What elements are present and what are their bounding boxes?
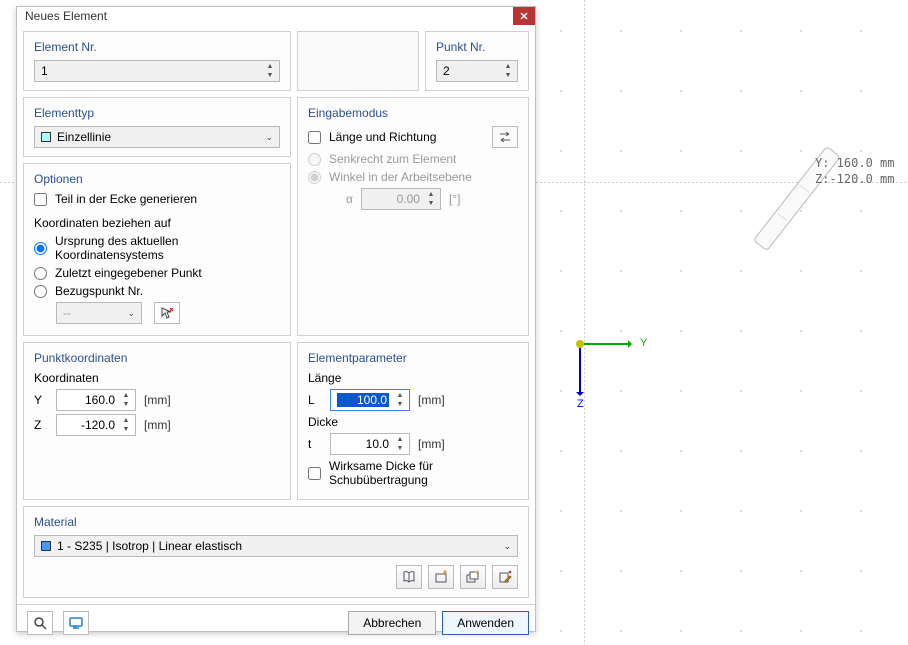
- material-duplicate-button[interactable]: [460, 565, 486, 589]
- spacer-panel: [297, 31, 419, 91]
- chevron-down-icon[interactable]: ▼: [119, 425, 133, 434]
- teil-ecke-checkbox[interactable]: Teil in der Ecke generieren: [34, 192, 280, 206]
- chevron-down-icon: ⌄: [127, 308, 135, 319]
- chevron-down-icon[interactable]: ▼: [501, 71, 515, 80]
- punkt-nr-input[interactable]: 2 ▲▼: [436, 60, 518, 82]
- material-edit-button[interactable]: [492, 565, 518, 589]
- l-label: L: [308, 393, 322, 407]
- material-value: 1 - S235 | Isotrop | Linear elastisch: [57, 539, 242, 553]
- dicke-label: Dicke: [308, 415, 518, 429]
- help-button[interactable]: [27, 611, 53, 635]
- monitor-icon: [68, 616, 84, 630]
- laenge-richtung-checkbox[interactable]: Länge und Richtung: [308, 130, 436, 144]
- optionen-panel: Optionen Teil in der Ecke generieren Koo…: [23, 163, 291, 336]
- eingabemodus-panel: Eingabemodus Länge und Richtung Senkrech…: [297, 97, 529, 336]
- alpha-unit: [°]: [449, 192, 460, 206]
- optionen-heading: Optionen: [34, 172, 280, 186]
- elementparameter-panel: Elementparameter Länge L 100.0 ▲▼ [mm] D…: [297, 342, 529, 500]
- cursor-pick-icon: [160, 306, 174, 320]
- chevron-down-icon[interactable]: ▼: [393, 444, 407, 453]
- elementparam-heading: Elementparameter: [308, 351, 518, 365]
- chevron-up-icon[interactable]: ▲: [119, 416, 133, 425]
- swap-icon: [498, 131, 512, 143]
- l-input[interactable]: 100.0 ▲▼: [330, 389, 410, 411]
- axis-vertical: [584, 0, 585, 645]
- chevron-down-icon[interactable]: ▼: [263, 71, 277, 80]
- chevron-up-icon[interactable]: ▲: [263, 62, 277, 71]
- display-settings-button[interactable]: [63, 611, 89, 635]
- chevron-down-icon: ⌄: [503, 541, 511, 552]
- y-unit: [mm]: [144, 393, 171, 407]
- color-swatch-icon: [41, 132, 51, 142]
- y-input[interactable]: 160.0 ▲▼: [56, 389, 136, 411]
- punkt-nr-panel: Punkt Nr. 2 ▲▼: [425, 31, 529, 91]
- bezugspunkt-combo[interactable]: -- ⌄: [56, 302, 142, 324]
- wirksame-dicke-checkbox[interactable]: Wirksame Dicke für Schubübertragung: [308, 459, 518, 487]
- chevron-up-icon[interactable]: ▲: [119, 391, 133, 400]
- z-input[interactable]: -120.0 ▲▼: [56, 414, 136, 436]
- new-icon: [434, 570, 448, 584]
- koord-beziehen-label: Koordinaten beziehen auf: [34, 216, 280, 230]
- chevron-down-icon[interactable]: ▼: [119, 400, 133, 409]
- laenge-label: Länge: [308, 371, 518, 385]
- dialog-title: Neues Element: [25, 9, 107, 23]
- chevron-down-icon: ▼: [424, 199, 438, 208]
- y-label: Y: [34, 393, 48, 407]
- z-unit: [mm]: [144, 418, 171, 432]
- edit-icon: [498, 570, 512, 584]
- eingabemodus-heading: Eingabemodus: [308, 106, 518, 120]
- alpha-label: α: [346, 192, 353, 206]
- alpha-input: 0.00 ▲▼: [361, 188, 441, 210]
- apply-button[interactable]: Anwenden: [442, 611, 529, 635]
- pick-point-button[interactable]: [154, 302, 180, 324]
- elementtyp-panel: Elementtyp Einzellinie ⌄: [23, 97, 291, 157]
- elementtyp-heading: Elementtyp: [34, 106, 280, 120]
- punkt-nr-heading: Punkt Nr.: [436, 40, 518, 54]
- axis-label-z: Z: [577, 398, 584, 410]
- axis-label-y: Y: [640, 337, 647, 349]
- titlebar[interactable]: Neues Element: [17, 7, 535, 25]
- chevron-up-icon: ▲: [424, 190, 438, 199]
- senkrecht-radio: Senkrecht zum Element: [308, 152, 518, 166]
- material-library-button[interactable]: [396, 565, 422, 589]
- z-label: Z: [34, 418, 48, 432]
- t-input[interactable]: 10.0 ▲▼: [330, 433, 410, 455]
- material-heading: Material: [34, 515, 518, 529]
- new-element-dialog: Neues Element Element Nr. 1 ▲▼ Punkt Nr.…: [16, 6, 536, 632]
- elementtyp-value: Einzellinie: [57, 130, 111, 144]
- t-unit: [mm]: [418, 437, 445, 451]
- element-nr-input[interactable]: 1 ▲▼: [34, 60, 280, 82]
- l-unit: [mm]: [418, 393, 445, 407]
- element-nr-heading: Element Nr.: [34, 40, 280, 54]
- ursprung-radio[interactable]: Ursprung des aktuellen Koordinatensystem…: [34, 234, 280, 262]
- close-button[interactable]: [513, 7, 535, 25]
- close-icon: [520, 12, 528, 20]
- chevron-down-icon: ⌄: [265, 132, 273, 143]
- material-new-button[interactable]: [428, 565, 454, 589]
- color-swatch-icon: [41, 541, 51, 551]
- chevron-down-icon[interactable]: ▼: [393, 400, 407, 409]
- elementtyp-combo[interactable]: Einzellinie ⌄: [34, 126, 280, 148]
- book-icon: [402, 570, 416, 584]
- material-combo[interactable]: 1 - S235 | Isotrop | Linear elastisch ⌄: [34, 535, 518, 557]
- bezugspunkt-radio[interactable]: Bezugspunkt Nr.: [34, 284, 280, 298]
- chevron-up-icon[interactable]: ▲: [501, 62, 515, 71]
- dialog-footer: Abbrechen Anwenden: [17, 604, 535, 641]
- magnifier-icon: [33, 616, 47, 630]
- material-panel: Material 1 - S235 | Isotrop | Linear ela…: [23, 506, 529, 598]
- cancel-button[interactable]: Abbrechen: [348, 611, 436, 635]
- cursor-coordinates: Y: 160.0 mm Z:-120.0 mm: [815, 155, 894, 187]
- t-label: t: [308, 437, 322, 451]
- punktkoordinaten-panel: Punktkoordinaten Koordinaten Y 160.0 ▲▼ …: [23, 342, 291, 500]
- winkel-radio: Winkel in der Arbeitsebene: [308, 170, 518, 184]
- swap-direction-button[interactable]: [492, 126, 518, 148]
- element-nr-panel: Element Nr. 1 ▲▼: [23, 31, 291, 91]
- zuletzt-radio[interactable]: Zuletzt eingegebener Punkt: [34, 266, 280, 280]
- punktkoord-heading: Punktkoordinaten: [34, 351, 280, 365]
- koordinaten-label: Koordinaten: [34, 371, 280, 385]
- duplicate-icon: [466, 570, 480, 584]
- chevron-up-icon[interactable]: ▲: [393, 435, 407, 444]
- chevron-up-icon[interactable]: ▲: [393, 391, 407, 400]
